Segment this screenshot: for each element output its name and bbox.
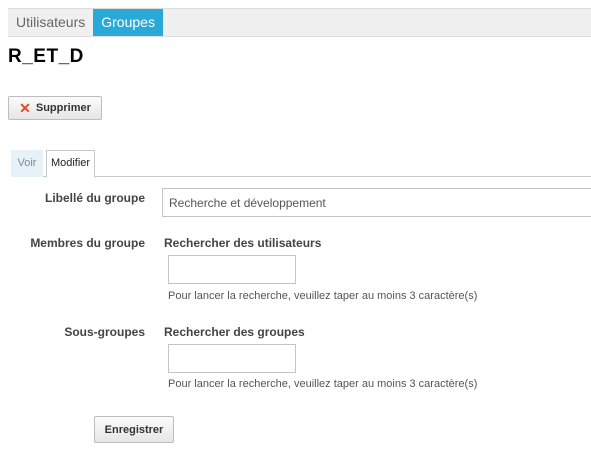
libelle-input[interactable]	[162, 188, 591, 217]
tab-groupes[interactable]: Groupes	[93, 9, 163, 36]
sous-groupes-search-title: Rechercher des groupes	[164, 325, 305, 339]
membres-search-input[interactable]	[168, 255, 296, 284]
page-title: R_ET_D	[8, 46, 84, 67]
membres-label: Membres du groupe	[30, 236, 145, 250]
membres-hint: Pour lancer la recherche, veuillez taper…	[168, 290, 478, 302]
sous-groupes-label: Sous-groupes	[64, 325, 145, 339]
sous-groupes-hint: Pour lancer la recherche, veuillez taper…	[168, 378, 478, 390]
membres-search-title: Rechercher des utilisateurs	[164, 236, 322, 250]
tab-voir[interactable]: Voir	[11, 150, 43, 177]
top-tab-bar: Utilisateurs Groupes	[8, 8, 591, 37]
sub-tab-bar: Voir Modifier	[11, 150, 591, 178]
delete-button-label: Supprimer	[35, 102, 91, 114]
sous-groupes-search-input[interactable]	[168, 344, 296, 373]
tab-modifier[interactable]: Modifier	[46, 150, 95, 178]
x-icon: ✕	[19, 100, 31, 116]
tab-utilisateurs[interactable]: Utilisateurs	[8, 9, 93, 36]
save-button[interactable]: Enregistrer	[94, 416, 174, 443]
libelle-label: Libellé du groupe	[44, 191, 145, 205]
delete-button[interactable]: ✕ Supprimer	[8, 96, 102, 120]
